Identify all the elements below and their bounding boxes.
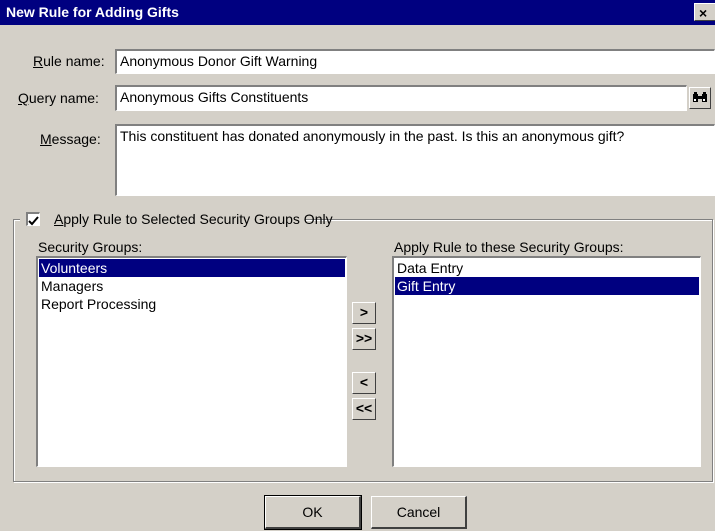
move-all-right-button[interactable]: >>	[352, 328, 376, 350]
move-left-button[interactable]: <	[352, 372, 376, 394]
apply-rule-label-underline: A	[54, 211, 64, 227]
title-bar: New Rule for Adding Gifts ×	[0, 0, 715, 25]
window-title: New Rule for Adding Gifts	[6, 4, 179, 20]
message-value: This constituent has donated anonymously…	[120, 128, 625, 144]
applied-group-item[interactable]: Gift Entry	[395, 277, 699, 295]
security-groups-items: Volunteers Managers Report Processing	[39, 259, 345, 313]
rule-name-label-underline: R	[33, 53, 44, 69]
security-group-item[interactable]: Report Processing	[39, 295, 345, 313]
applied-groups-list[interactable]: Data Entry Gift Entry	[392, 256, 701, 467]
cancel-button[interactable]: Cancel	[371, 496, 467, 529]
security-group-item[interactable]: Volunteers	[39, 259, 345, 277]
message-label: Message:	[40, 131, 101, 147]
message-label-rest: essage:	[51, 131, 101, 147]
apply-rule-label: Apply Rule to Selected Security Groups O…	[54, 211, 333, 227]
message-label-underline: M	[40, 131, 52, 147]
apply-rule-checkbox[interactable]	[26, 212, 40, 226]
applied-group-item[interactable]: Data Entry	[395, 259, 699, 277]
checkmark-icon	[28, 216, 39, 226]
query-name-label: Query name:	[18, 90, 99, 106]
close-icon: ×	[699, 5, 708, 21]
applied-groups-items: Data Entry Gift Entry	[395, 259, 699, 295]
apply-rule-label-rest: pply Rule to Selected Security Groups On…	[63, 211, 333, 227]
security-group-item[interactable]: Managers	[39, 277, 345, 295]
rule-name-label-rest: ule name:	[43, 53, 105, 69]
query-name-label-rest: uery name:	[28, 90, 99, 106]
close-button[interactable]: ×	[694, 3, 715, 21]
query-name-field[interactable]: Anonymous Gifts Constituents	[115, 85, 687, 111]
ok-button[interactable]: OK	[264, 495, 362, 530]
applied-groups-label: Apply Rule to these Security Groups:	[394, 239, 624, 255]
rule-name-label: Rule name:	[33, 53, 105, 69]
binoculars-icon	[693, 92, 707, 102]
query-lookup-button[interactable]	[689, 87, 711, 109]
query-name-value: Anonymous Gifts Constituents	[120, 89, 309, 105]
security-groups-label: Security Groups:	[38, 239, 143, 255]
rule-name-value: Anonymous Donor Gift Warning	[120, 53, 318, 69]
move-right-button[interactable]: >	[352, 302, 376, 324]
move-all-left-button[interactable]: <<	[352, 398, 376, 420]
apply-rule-option[interactable]: Apply Rule to Selected Security Groups O…	[20, 209, 333, 229]
rule-name-field[interactable]: Anonymous Donor Gift Warning	[115, 49, 715, 74]
query-name-label-underline: Q	[18, 90, 29, 106]
security-groups-list[interactable]: Volunteers Managers Report Processing	[36, 256, 347, 467]
message-field[interactable]: This constituent has donated anonymously…	[115, 124, 715, 196]
